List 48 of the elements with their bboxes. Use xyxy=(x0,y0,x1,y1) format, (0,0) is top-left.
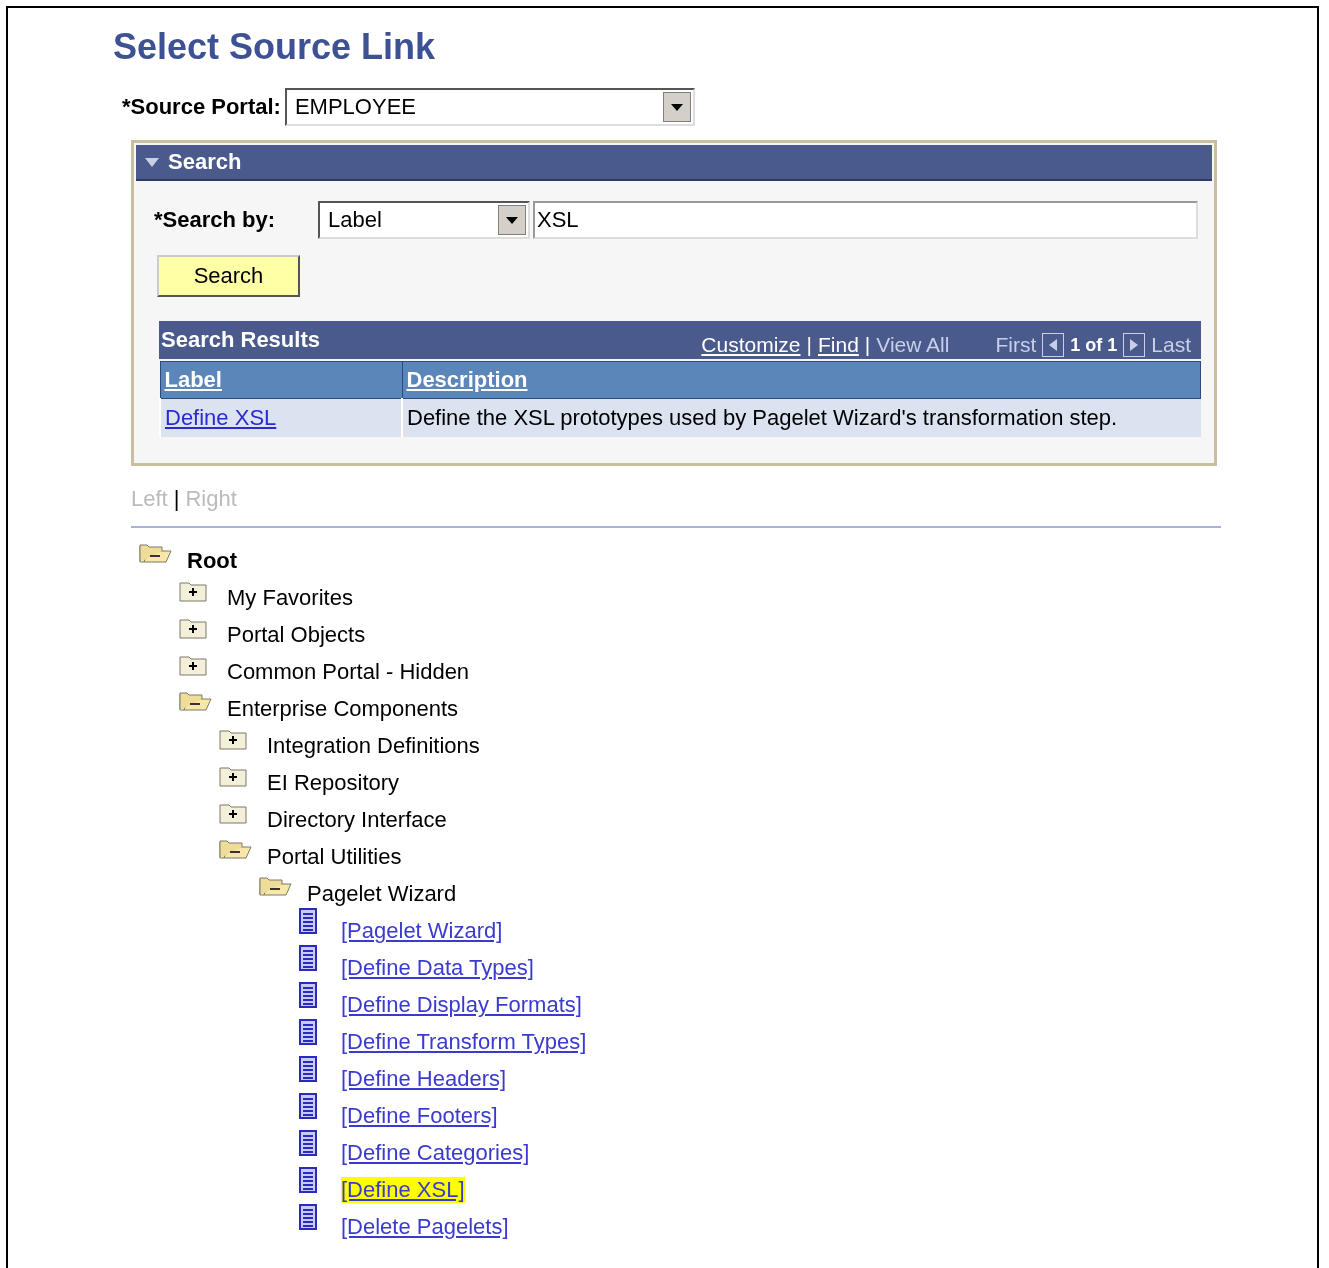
document-icon xyxy=(299,982,317,1008)
document-icon xyxy=(299,1019,317,1045)
tree-link[interactable]: [Define Display Formats] xyxy=(341,992,582,1018)
document-icon xyxy=(299,1056,317,1082)
table-cell: Define the XSL prototypes used by Pagelet Wizard's transformation step. xyxy=(402,398,1201,437)
tree-link[interactable]: [Define Transform Types] xyxy=(341,1029,587,1055)
tree-link[interactable]: [Define Categories] xyxy=(341,1140,530,1166)
tree-link[interactable]: [Define Footers] xyxy=(341,1103,498,1129)
panel-header[interactable]: Search xyxy=(136,145,1212,181)
tree-link[interactable]: [Define Headers] xyxy=(341,1066,507,1092)
folder-label[interactable]: Root xyxy=(187,548,238,574)
search-by-dropdown[interactable]: Label xyxy=(318,201,530,239)
document-icon xyxy=(299,908,317,934)
folder-label[interactable]: Portal Utilities xyxy=(267,844,402,870)
separator: | xyxy=(173,486,180,512)
column-header[interactable]: Label xyxy=(160,361,402,399)
tree-link[interactable]: [Define XSL] xyxy=(341,1177,465,1203)
tree-link[interactable]: [Pagelet Wizard] xyxy=(341,918,503,944)
tree-link[interactable]: [Delete Pagelets] xyxy=(341,1214,509,1240)
folder-label[interactable]: Enterprise Components xyxy=(227,696,459,722)
document-icon xyxy=(299,945,317,971)
document-icon xyxy=(299,1130,317,1156)
pager-label: Last xyxy=(1151,333,1191,357)
folder-label[interactable]: Common Portal - Hidden xyxy=(227,659,470,685)
field-label: *Source Portal: xyxy=(122,94,281,120)
folder-label[interactable]: EI Repository xyxy=(267,770,400,796)
grid-link[interactable]: Find xyxy=(817,333,859,357)
folder-label[interactable]: My Favorites xyxy=(227,585,353,611)
pager-label: First xyxy=(995,333,1037,357)
document-icon xyxy=(299,1093,317,1119)
separator: | xyxy=(864,333,871,357)
folder-label[interactable]: Integration Definitions xyxy=(267,733,480,759)
folder-label[interactable]: Portal Objects xyxy=(227,622,366,648)
page-title: Select Source Link xyxy=(113,25,437,69)
page-count: 1 of 1 xyxy=(1070,334,1118,356)
search-field[interactable]: XSL xyxy=(533,201,1198,239)
search-button[interactable]: Search xyxy=(157,255,300,297)
grid-link[interactable]: Customize xyxy=(701,333,801,357)
separator: | xyxy=(806,333,812,357)
tree-link[interactable]: [Define Data Types] xyxy=(341,955,534,981)
document-icon xyxy=(299,1167,317,1193)
folder-label[interactable]: Pagelet Wizard xyxy=(307,881,457,907)
column-header[interactable]: Description xyxy=(402,361,1201,399)
portal-dropdown[interactable]: EMPLOYEE xyxy=(284,88,695,126)
folder-label[interactable]: Directory Interface xyxy=(267,807,447,833)
field-label: *Search by: xyxy=(154,207,277,233)
results-title: Search Results xyxy=(161,327,320,353)
document-icon xyxy=(299,1204,317,1230)
